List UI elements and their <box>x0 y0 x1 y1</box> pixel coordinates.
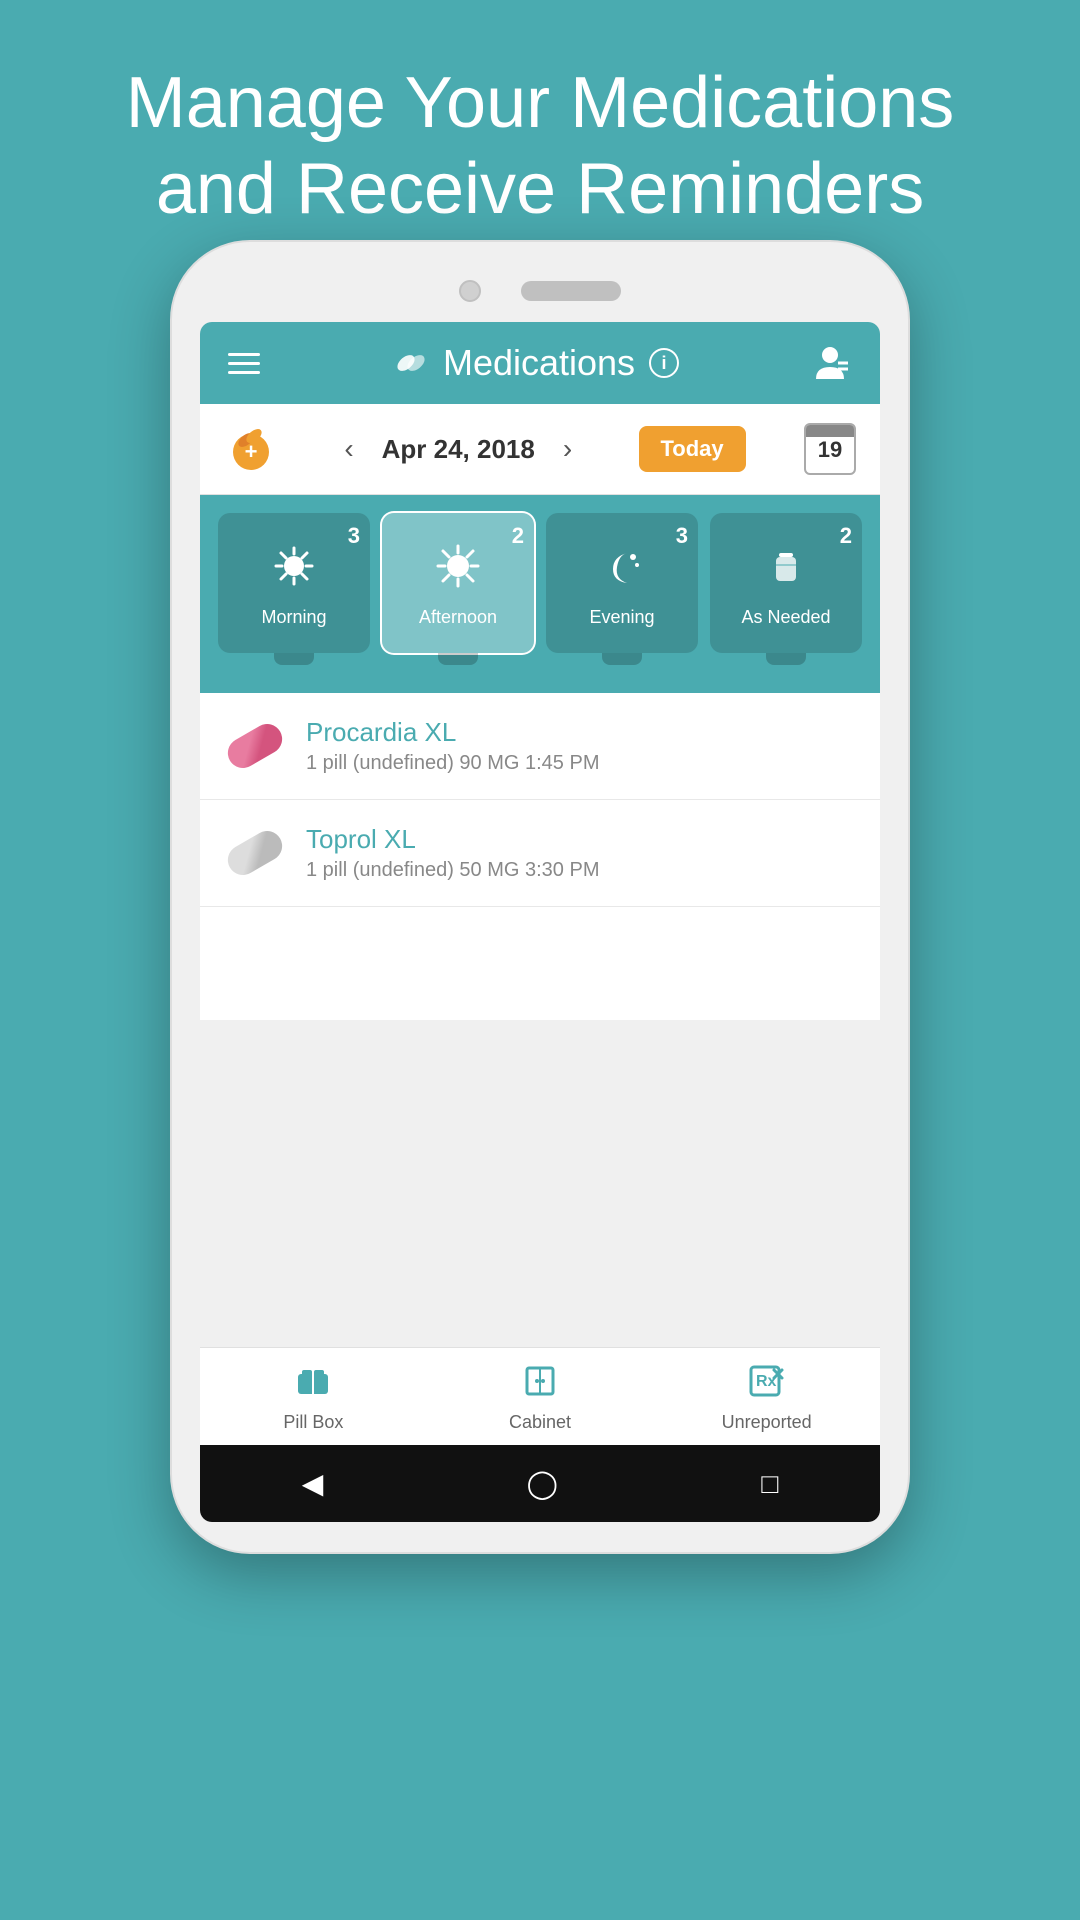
hero-text: Manage Your Medications and Receive Remi… <box>0 60 1080 233</box>
add-medication-button[interactable]: + <box>224 422 278 476</box>
pill-image <box>224 822 286 884</box>
pill-icon <box>393 345 429 381</box>
tab-icon-0 <box>271 543 317 599</box>
tab-handle <box>438 653 478 665</box>
today-button[interactable]: Today <box>639 426 746 472</box>
pill-image <box>224 715 286 777</box>
phone-mockup: Medications i + <box>170 240 910 1554</box>
nav-icon-unreported: Rx <box>748 1364 786 1406</box>
calendar-button[interactable]: 19 <box>804 423 856 475</box>
medication-detail: 1 pill (undefined) 90 MG 1:45 PM <box>306 752 856 775</box>
nav-item-unreported[interactable]: Rx Unreported <box>653 1364 880 1433</box>
hero-line2: and Receive Reminders <box>60 146 1020 232</box>
tab-label: Morning <box>261 607 326 628</box>
empty-content-area <box>200 1020 880 1347</box>
pill-shape <box>222 826 287 881</box>
nav-label: Cabinet <box>509 1412 571 1433</box>
app-header: Medications i <box>200 322 880 404</box>
tab-label: Afternoon <box>419 607 497 628</box>
android-navigation-bar: ◀ ◯ □ <box>200 1445 880 1522</box>
phone-screen: Medications i + <box>200 322 880 1522</box>
medication-detail: 1 pill (undefined) 50 MG 3:30 PM <box>306 859 856 882</box>
tab-count: 2 <box>840 523 852 549</box>
nav-label: Pill Box <box>283 1412 343 1433</box>
prev-date-button[interactable]: ‹ <box>336 425 361 473</box>
contacts-icon[interactable] <box>812 343 852 383</box>
tab-label: As Needed <box>741 607 830 628</box>
medication-list: Procardia XL 1 pill (undefined) 90 MG 1:… <box>200 693 880 1020</box>
medication-item[interactable]: Procardia XL 1 pill (undefined) 90 MG 1:… <box>200 693 880 800</box>
tab-count: 2 <box>512 523 524 549</box>
pill-tab-evening[interactable]: 3 Evening <box>546 513 698 653</box>
pill-shape <box>222 719 287 774</box>
tab-icon-3 <box>763 543 809 599</box>
medication-info: Toprol XL 1 pill (undefined) 50 MG 3:30 … <box>306 824 856 882</box>
nav-label: Unreported <box>722 1412 812 1433</box>
nav-icon-pillbox <box>294 1364 332 1406</box>
tab-handle <box>766 653 806 665</box>
tab-handle <box>274 653 314 665</box>
hero-line1: Manage Your Medications <box>60 60 1020 146</box>
nav-item-cabinet[interactable]: Cabinet <box>427 1364 654 1433</box>
recents-button[interactable]: □ <box>761 1468 778 1500</box>
date-bar: + ‹ Apr 24, 2018 › Today 19 <box>200 404 880 495</box>
phone-speaker <box>521 281 621 301</box>
pill-tabs-container: 3 Morning 2 Afternoon 3 Evening 2 As Nee… <box>200 495 880 693</box>
tab-icon-1 <box>435 543 481 599</box>
phone-body: Medications i + <box>170 240 910 1554</box>
pill-tab-afternoon[interactable]: 2 Afternoon <box>382 513 534 653</box>
medication-name: Procardia XL <box>306 717 856 748</box>
info-button[interactable]: i <box>649 348 679 378</box>
pill-tab-as-needed[interactable]: 2 As Needed <box>710 513 862 653</box>
app-title: Medications <box>443 342 635 384</box>
tab-count: 3 <box>676 523 688 549</box>
medication-item[interactable]: Toprol XL 1 pill (undefined) 50 MG 3:30 … <box>200 800 880 907</box>
home-button[interactable]: ◯ <box>527 1467 558 1500</box>
menu-button[interactable] <box>228 353 260 374</box>
phone-top-bar <box>200 272 880 310</box>
svg-text:Rx: Rx <box>756 1373 777 1390</box>
current-date: Apr 24, 2018 <box>382 434 535 465</box>
back-button[interactable]: ◀ <box>302 1467 324 1500</box>
tab-handle <box>602 653 642 665</box>
add-pill-icon: + <box>224 422 278 476</box>
pill-tab-morning[interactable]: 3 Morning <box>218 513 370 653</box>
tab-label: Evening <box>589 607 654 628</box>
date-navigator: ‹ Apr 24, 2018 › <box>336 425 580 473</box>
tab-icon-2 <box>599 543 645 599</box>
bottom-navigation: Pill Box Cabinet Rx Unreported <box>200 1347 880 1445</box>
medication-name: Toprol XL <box>306 824 856 855</box>
nav-icon-cabinet <box>523 1364 557 1406</box>
nav-item-pill box[interactable]: Pill Box <box>200 1364 427 1433</box>
next-date-button[interactable]: › <box>555 425 580 473</box>
phone-camera <box>459 280 481 302</box>
pill-tabs: 3 Morning 2 Afternoon 3 Evening 2 As Nee… <box>200 495 880 671</box>
medication-info: Procardia XL 1 pill (undefined) 90 MG 1:… <box>306 717 856 775</box>
header-center: Medications i <box>393 342 679 384</box>
tab-count: 3 <box>348 523 360 549</box>
